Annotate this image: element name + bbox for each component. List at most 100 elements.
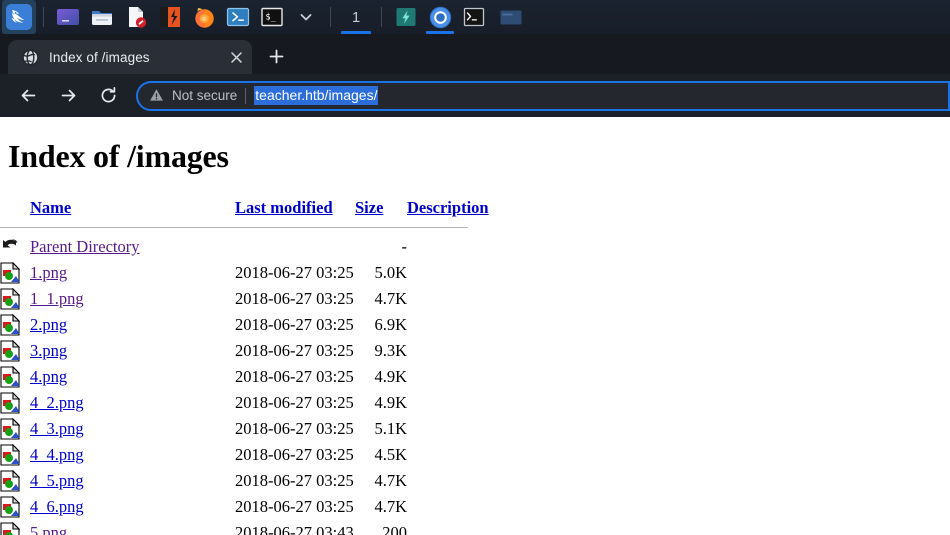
description-cell [407,364,489,390]
file-link[interactable]: 4.png [30,367,67,386]
file-name-cell: 4_6.png [30,494,235,520]
description-cell [407,468,489,494]
size-cell: 4.9K [374,367,407,386]
column-header-name: Name [30,195,235,221]
powershell-icon[interactable] [221,0,255,34]
terminal-emulator-icon[interactable] [51,0,85,34]
sort-by-date-link[interactable]: Last modified [235,198,333,217]
window-glyph [500,10,522,24]
workspace-1-label: 1 [351,8,361,26]
table-row: 4_6.png 2018-06-27 03:25 4.7K [0,494,489,520]
size-cell: 6.9K [374,315,407,334]
last-modified-cell: 2018-06-27 03:43 [235,523,354,535]
header-divider [0,227,468,228]
image-file-glyph [0,391,21,414]
file-link[interactable]: 5.png [30,523,67,535]
qterminal-glyph [463,7,485,27]
last-modified-cell: 2018-06-27 03:25 [235,419,354,438]
address-bar[interactable]: Not secure teacher.htb/images/ [136,80,950,111]
chromium-glyph [429,6,451,28]
size-cell: 5.1K [374,419,407,438]
close-icon[interactable] [226,47,246,67]
url-input[interactable]: teacher.htb/images/ [254,86,379,105]
file-link[interactable]: 3.png [30,341,67,360]
forward-button[interactable] [52,80,84,112]
description-cell [407,442,489,468]
file-link[interactable]: 4_4.png [30,445,84,464]
directory-listing-body: Parent Directory - 1.png 2018-06-27 03:25 5… [0,234,489,535]
file-link[interactable]: 4_2.png [30,393,84,412]
keepassxc-glyph [160,7,180,27]
taskbar: $_ 1 [0,0,950,34]
terminal-shell-icon[interactable]: $_ [255,0,289,34]
table-row: 4.png 2018-06-27 03:25 4.9K [0,364,489,390]
table-row: 4_5.png 2018-06-27 03:25 4.7K [0,468,489,494]
size-cell: 200 [382,523,407,535]
tab-index-of-images[interactable]: Index of /images [8,40,252,74]
table-row: 4_4.png 2018-06-27 03:25 4.5K [0,442,489,468]
table-row: 2.png 2018-06-27 03:25 6.9K [0,312,489,338]
size-cell: 4.7K [374,289,407,308]
image-file-icon [0,364,30,390]
omnibox-divider [245,87,247,104]
file-name-cell: 4_2.png [30,390,235,416]
table-row: 5.png 2018-06-27 03:43 200 [0,520,489,535]
column-header-description: Description [407,195,489,221]
image-file-icon [0,260,30,286]
table-row: 1.png 2018-06-27 03:25 5.0K [0,260,489,286]
last-modified-cell: 2018-06-27 03:25 [235,367,354,386]
file-name-cell: 3.png [30,338,235,364]
file-link[interactable]: 1_1.png [30,289,84,308]
file-link[interactable]: 1.png [30,263,67,282]
kali-dragon-glyph [6,4,32,30]
file-manager-icon[interactable] [85,0,119,34]
description-cell [407,390,489,416]
new-tab-button[interactable] [260,40,292,72]
firefox-icon[interactable] [187,0,221,34]
sort-by-name-link[interactable]: Name [30,198,71,217]
reload-button[interactable] [92,80,124,112]
back-button[interactable] [12,80,44,112]
text-editor-icon[interactable] [119,0,153,34]
browser-window: Index of /images Not secure teacher.htb/… [0,34,950,535]
arrow-right-icon [61,89,75,102]
description-cell [407,312,489,338]
image-file-glyph [0,443,21,466]
window-item-icon[interactable] [491,0,531,34]
image-file-glyph [0,469,21,492]
keepassxc-icon[interactable] [153,0,187,34]
file-name-cell: 4_5.png [30,468,235,494]
file-name-cell: 5.png [30,520,235,535]
size-cell: 4.9K [374,393,407,412]
last-modified-cell: 2018-06-27 03:25 [235,445,354,464]
header-rule-row [0,221,489,234]
column-header-size: Size [355,195,407,221]
tab-title: Index of /images [49,49,150,65]
back-arrow-icon [0,234,30,260]
file-link[interactable]: 4_3.png [30,419,84,438]
shell-prompt-glyph: $_ [261,7,283,27]
description-cell [407,416,489,442]
sort-by-size-link[interactable]: Size [355,198,383,217]
chromium-icon[interactable] [423,0,457,34]
file-link[interactable]: 2.png [30,315,67,334]
table-row: 4_2.png 2018-06-27 03:25 4.9K [0,390,489,416]
column-header-icon [0,195,30,221]
qterminal-icon[interactable] [457,0,491,34]
sort-by-description-link[interactable]: Description [407,198,489,217]
kali-menu-icon[interactable] [2,0,36,34]
file-link[interactable]: 4_5.png [30,471,84,490]
back-arrow-glyph [3,239,18,248]
workspace-1-button[interactable]: 1 [338,0,374,34]
plus-icon [269,49,283,63]
page-content: Index of /images Name Last modified Size… [0,117,950,535]
image-file-icon [0,416,30,442]
image-file-glyph [0,495,21,518]
file-name-cell: 1_1.png [30,286,235,312]
flameshot-icon[interactable] [389,0,423,34]
firefox-glyph [195,8,214,28]
not-secure-warning-icon[interactable] [148,87,165,104]
chevron-down-icon[interactable] [289,0,323,34]
file-link[interactable]: 4_6.png [30,497,84,516]
parent-directory-link[interactable]: Parent Directory [30,237,140,256]
